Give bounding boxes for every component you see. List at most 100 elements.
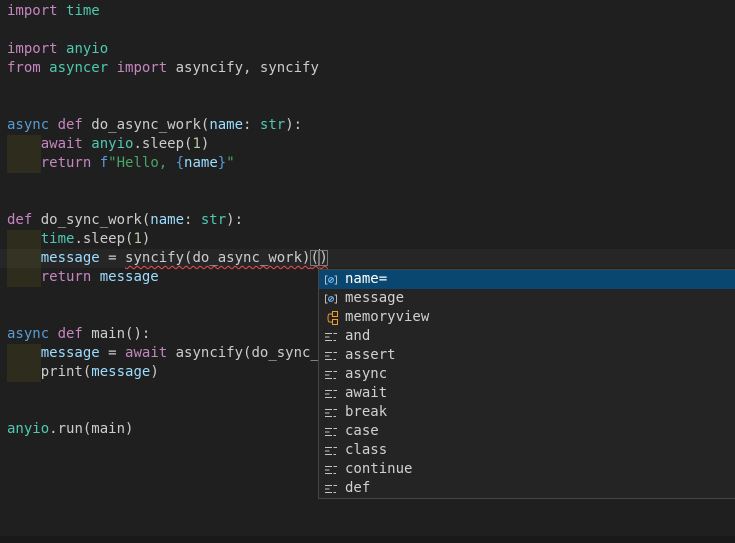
code-token: print( [7,364,91,380]
suggestion-item[interactable]: await [319,384,735,403]
code-token: { [176,155,184,171]
code-token: import [7,41,66,57]
code-token: asyncify(do_sync_ [176,345,319,361]
suggestion-item[interactable]: message [319,289,735,308]
code-token: ) [201,136,209,152]
symbol-keyword-icon [323,405,339,421]
code-token: : [243,117,260,133]
code-token: = [100,345,125,361]
suggestion-label: name= [345,270,387,289]
autocomplete-popup: name=messagememoryviewandassertasyncawai… [318,269,735,499]
code-line[interactable]: def do_sync_work(name: str): [7,211,735,230]
code-token: message [41,250,100,266]
code-token: 1 [133,231,141,247]
code-token [7,345,41,361]
symbol-variable-icon [323,272,339,288]
code-token: time [66,3,100,19]
suggestion-label: class [345,441,387,460]
suggestion-item[interactable]: case [319,422,735,441]
code-line[interactable]: return f"Hello, {name}" [7,154,735,173]
code-token: " [226,155,234,171]
code-token [7,231,41,247]
suggestion-item[interactable]: async [319,365,735,384]
code-token: return [41,269,100,285]
code-token: ) [150,364,158,380]
suggestion-item[interactable]: break [319,403,735,422]
code-token: asyncify, syncify [176,60,319,76]
symbol-keyword-icon [323,386,339,402]
code-token: ): [226,212,243,228]
symbol-keyword-icon [323,367,339,383]
code-line[interactable]: message = syncify(do_async_work)() [7,249,735,268]
code-token: time [41,231,75,247]
code-line[interactable]: time.sleep(1) [7,230,735,249]
code-token: ) [142,231,150,247]
code-token: ): [285,117,302,133]
code-token: await [41,136,92,152]
code-token: message [41,345,100,361]
code-line[interactable] [7,97,735,116]
code-token: def [7,212,41,228]
code-token: message [91,364,150,380]
suggestion-item[interactable]: and [319,327,735,346]
suggestion-item[interactable]: assert [319,346,735,365]
code-token: import [7,3,66,19]
code-editor[interactable]: import timeimport anyiofrom asyncer impo… [0,0,735,543]
code-token [7,269,41,285]
suggestion-label: await [345,384,387,403]
code-token: .run(main) [49,421,133,437]
code-token: name [184,155,218,171]
symbol-keyword-icon [323,348,339,364]
symbol-class-icon [323,310,339,326]
code-token: asyncer [49,60,116,76]
code-token: do_sync_work( [41,212,151,228]
code-line[interactable]: import anyio [7,40,735,59]
code-token: async [7,326,58,342]
code-token: : [184,212,201,228]
code-line[interactable]: async def do_async_work(name: str): [7,116,735,135]
symbol-keyword-icon [323,481,339,497]
suggestion-label: memoryview [345,308,429,327]
code-token: return [41,155,100,171]
suggestion-item[interactable]: class [319,441,735,460]
suggestion-item[interactable]: name= [319,270,735,289]
code-token: = [100,250,125,266]
code-token: ( [310,250,318,266]
code-line[interactable] [7,78,735,97]
code-line[interactable]: await anyio.sleep(1) [7,135,735,154]
code-token [7,155,41,171]
code-token: syncify(do_async_work) [125,250,310,266]
code-token: .sleep( [74,231,133,247]
code-token: await [125,345,176,361]
code-line[interactable]: from asyncer import asyncify, syncify [7,59,735,78]
suggestion-label: continue [345,460,412,479]
code-token: ) [319,250,327,266]
code-token: def [58,326,92,342]
suggestion-item[interactable]: def [319,479,735,498]
code-token: import [117,60,176,76]
suggestion-label: async [345,365,387,384]
code-token: str [201,212,226,228]
code-line[interactable] [7,192,735,211]
symbol-keyword-icon [323,443,339,459]
code-token: anyio [7,421,49,437]
bottom-edge [0,536,735,543]
code-token: def [58,117,92,133]
code-token: message [100,269,159,285]
code-token: str [260,117,285,133]
code-line[interactable] [7,173,735,192]
code-token: } [218,155,226,171]
suggestion-item[interactable]: continue [319,460,735,479]
suggestion-label: def [345,479,370,498]
code-token: async [7,117,58,133]
symbol-variable-icon [323,291,339,307]
code-line[interactable] [7,21,735,40]
code-token [7,136,41,152]
suggestion-label: case [345,422,379,441]
code-token: anyio [66,41,108,57]
code-line[interactable]: import time [7,2,735,21]
suggestion-label: and [345,327,370,346]
suggestion-item[interactable]: memoryview [319,308,735,327]
code-token: main(): [91,326,150,342]
symbol-keyword-icon [323,462,339,478]
